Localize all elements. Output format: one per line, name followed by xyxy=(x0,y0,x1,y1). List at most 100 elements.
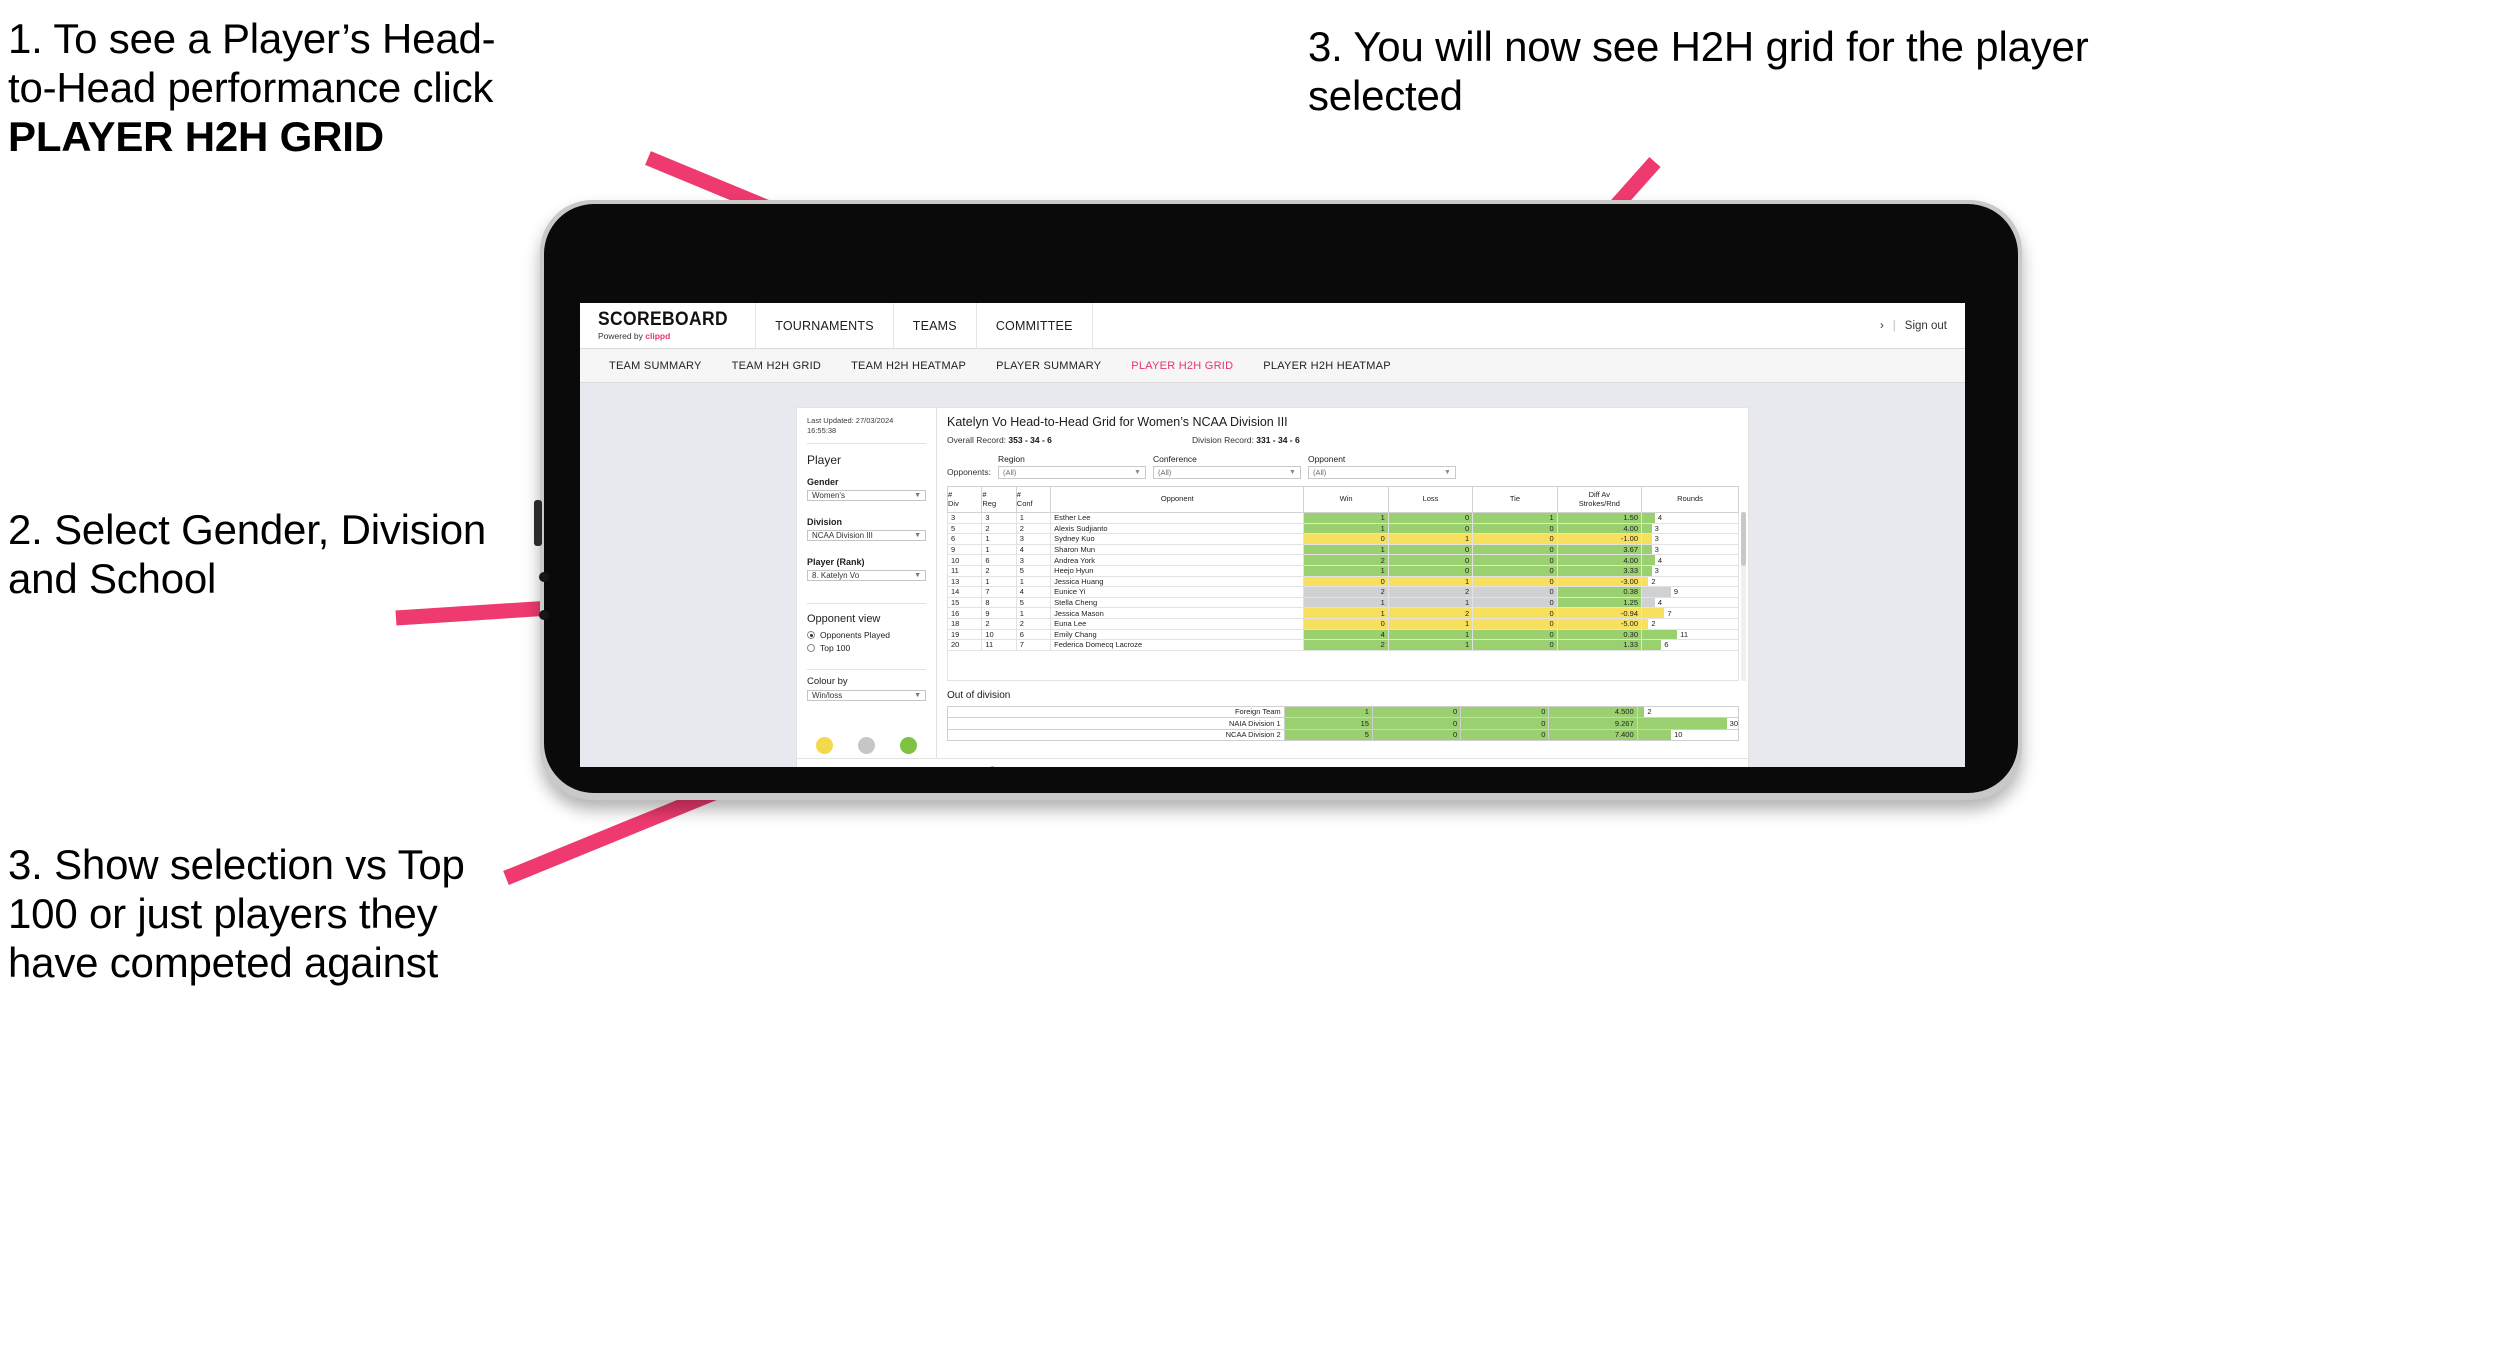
table-row[interactable]: 11 2 5 Heejo Hyun 1 0 0 3.33 3 xyxy=(946,564,1739,577)
out-of-division-row[interactable]: NCAA Division 2 5 0 0 7.400 10 xyxy=(947,728,1740,742)
refresh-icon[interactable] xyxy=(879,766,891,768)
out-of-division-row[interactable]: NAIA Division 1 15 0 0 9.267 30 xyxy=(947,717,1740,730)
rounds-value: 30 xyxy=(1729,718,1738,728)
subnav-item-player-summary[interactable]: PLAYER SUMMARY xyxy=(981,360,1116,372)
sign-out-link[interactable]: Sign out xyxy=(1905,320,1947,332)
cell-tie: 1 xyxy=(1472,512,1558,524)
chevron-down-icon: ▼ xyxy=(914,532,921,540)
subnav-item-team-h2h-heatmap[interactable]: TEAM H2H HEATMAP xyxy=(836,360,981,372)
table-row[interactable]: 13 1 1 Jessica Huang 0 1 0 -3.00 2 xyxy=(946,575,1739,588)
save-custom-view-button[interactable]: Save Custom View xyxy=(1105,766,1192,768)
cell-opponent: Jessica Huang xyxy=(1050,575,1305,588)
cell-reg: 1 xyxy=(981,543,1017,556)
cell-diff: 4.500 xyxy=(1548,705,1638,719)
cell-conf: 5 xyxy=(1015,564,1052,577)
cell-div: 18 xyxy=(946,617,983,630)
division-record-value: 331 - 34 - 6 xyxy=(1256,435,1300,445)
clock-icon[interactable] xyxy=(986,765,999,767)
cell-diff: -5.00 xyxy=(1556,617,1643,630)
division-select[interactable]: NCAA Division III ▼ xyxy=(807,530,926,542)
cell-loss: 0 xyxy=(1371,705,1462,719)
app-top-nav: SCOREBOARD Powered by clippd TOURNAMENTS… xyxy=(580,303,1965,349)
undo-icon[interactable] xyxy=(807,766,819,768)
out-of-division-row[interactable]: Foreign Team 1 0 0 4.500 2 xyxy=(947,705,1740,719)
last-updated: Last Updated: 27/03/2024 16:55:38 xyxy=(807,416,926,436)
pause-icon[interactable] xyxy=(903,766,915,768)
device-layout-icon[interactable] xyxy=(927,766,941,768)
table-row[interactable]: 18 2 2 Euna Lee 0 1 0 -5.00 2 xyxy=(946,617,1739,630)
viz-main: Last Updated: 27/03/2024 16:55:38 Player… xyxy=(797,408,1748,767)
annotation-step-3-left: 3. Show selection vs Top 100 or just pla… xyxy=(8,841,465,987)
col-win: Win xyxy=(1303,486,1389,513)
view-original-button[interactable]: View: Original xyxy=(1026,766,1093,768)
viz-toolbar: ▼ | | View: Original Save Custom View xyxy=(797,758,1748,767)
scrollbar-thumb[interactable] xyxy=(1741,512,1746,566)
topnav-item-tournaments[interactable]: TOURNAMENTS xyxy=(756,303,894,348)
viz-content: Katelyn Vo Head-to-Head Grid for Women’s… xyxy=(937,408,1748,758)
brand-logo[interactable]: SCOREBOARD Powered by clippd xyxy=(580,303,757,348)
last-updated-line-1: Last Updated: 27/03/2024 xyxy=(807,416,894,425)
table-row[interactable]: 15 8 5 Stella Cheng 1 1 0 1.25 4 xyxy=(946,596,1739,609)
filter-opponent-select[interactable]: (All) ▼ xyxy=(1307,466,1456,479)
rounds-value: 2 xyxy=(1651,576,1656,586)
radio-top-100[interactable]: Top 100 xyxy=(807,643,926,653)
rounds-value: 4 xyxy=(1657,598,1662,608)
rounds-bar-fill xyxy=(1637,729,1672,741)
player-rank-select[interactable]: 8. Katelyn Vo ▼ xyxy=(807,570,926,582)
rounds-bar-fill xyxy=(1642,587,1671,597)
app-sub-nav: TEAM SUMMARY TEAM H2H GRID TEAM H2H HEAT… xyxy=(580,349,1965,383)
cell-conf: 3 xyxy=(1015,533,1052,545)
table-row[interactable]: 9 1 4 Sharon Mun 1 0 0 3.67 3 xyxy=(946,543,1739,556)
division-value: NCAA Division III xyxy=(812,531,873,541)
cell-opponent: Esther Lee xyxy=(1050,512,1305,524)
cell-tie: 0 xyxy=(1472,543,1558,556)
col-diff-l2: Strokes/Rnd xyxy=(1578,498,1620,508)
tablet-volume-button[interactable] xyxy=(534,500,542,546)
subnav-item-player-h2h-grid[interactable]: PLAYER H2H GRID xyxy=(1116,360,1248,372)
table-row[interactable]: 14 7 4 Eunice Yi 2 2 0 0.38 9 xyxy=(946,586,1739,598)
cell-reg: 6 xyxy=(981,554,1017,566)
table-row[interactable]: 10 6 3 Andrea York 2 0 0 4.00 4 xyxy=(946,554,1739,566)
table-row[interactable]: 5 2 2 Alexis Sudjianto 1 0 0 4.00 3 xyxy=(946,522,1739,535)
watch-button[interactable]: Watch ▼ xyxy=(1560,766,1611,768)
rounds-value: 4 xyxy=(1657,513,1662,523)
table-row[interactable]: 20 11 7 Federica Domecq Lacroze 2 1 0 1.33 6 xyxy=(946,639,1739,651)
cell-rounds: 3 xyxy=(1641,522,1739,535)
toolbar-right-group: Watch ▼ | ▼ xyxy=(1560,766,1738,768)
cell-conf: 7 xyxy=(1015,639,1052,651)
download-button[interactable]: ▼ xyxy=(1639,766,1661,768)
fullscreen-icon[interactable] xyxy=(1674,766,1686,767)
col-reg-l2: Reg xyxy=(982,498,997,508)
cell-opponent: Emily Chang xyxy=(1050,628,1305,641)
table-row[interactable]: 19 10 6 Emily Chang 4 1 0 0.30 11 xyxy=(946,628,1739,641)
cell-tie: 0 xyxy=(1472,596,1558,609)
gender-label: Gender xyxy=(807,477,839,488)
watch-label: Watch xyxy=(1577,767,1601,768)
subnav-item-team-h2h-grid[interactable]: TEAM H2H GRID xyxy=(717,360,836,372)
topnav-item-committee[interactable]: COMMITTEE xyxy=(977,303,1093,348)
redo-icon[interactable] xyxy=(831,766,843,768)
rounds-bar: 3 xyxy=(1642,565,1738,576)
filter-region-select[interactable]: (All) ▼ xyxy=(997,466,1146,479)
cell-rounds: 4 xyxy=(1641,554,1739,566)
col-div-l2: Div xyxy=(948,498,959,508)
table-row[interactable]: 16 9 1 Jessica Mason 1 2 0 -0.94 7 xyxy=(946,607,1739,619)
colour-by-select[interactable]: Win/loss ▼ xyxy=(807,690,926,702)
chevron-right-icon[interactable]: › xyxy=(1880,320,1884,332)
revert-icon[interactable] xyxy=(855,766,867,768)
subnav-item-player-h2h-heatmap[interactable]: PLAYER H2H HEATMAP xyxy=(1248,360,1406,372)
radio-opponents-played[interactable]: Opponents Played xyxy=(807,630,926,640)
filter-opponent-value: (All) xyxy=(1312,468,1327,477)
table-row[interactable]: 3 3 1 Esther Lee 1 0 1 1.50 4 xyxy=(946,512,1739,524)
colour-by-label: Colour by xyxy=(807,676,848,688)
table-row[interactable]: 6 1 3 Sydney Kuo 0 1 0 -1.00 3 xyxy=(946,533,1739,545)
share-button[interactable]: Share xyxy=(1699,766,1738,767)
filter-conference-select[interactable]: (All) ▼ xyxy=(1152,466,1301,479)
topnav-item-teams[interactable]: TEAMS xyxy=(894,303,977,348)
rounds-value: 11 xyxy=(1680,629,1689,639)
brand-powered-by: Powered by clippd xyxy=(598,332,739,341)
radio-icon-selected xyxy=(807,631,815,640)
gender-select[interactable]: Women's ▼ xyxy=(807,490,926,502)
cell-rounds: 2 xyxy=(1641,575,1739,588)
subnav-item-team-summary[interactable]: TEAM SUMMARY xyxy=(594,360,717,372)
